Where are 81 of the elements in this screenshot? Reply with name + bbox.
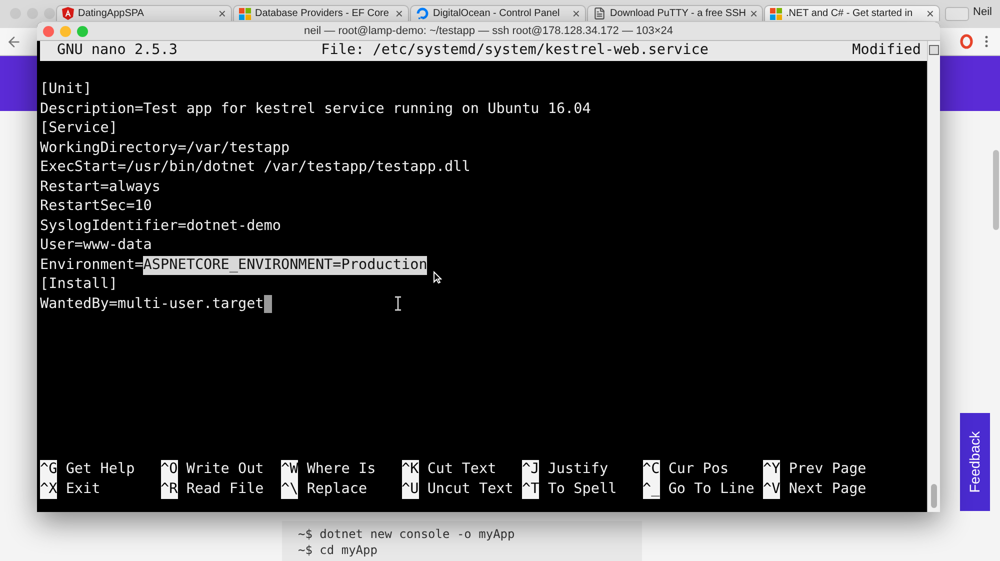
code-line: [Unit]	[40, 80, 92, 99]
close-dot-icon[interactable]	[43, 26, 54, 37]
shortcut-label: Uncut Text	[427, 480, 514, 498]
scrollbar-thumb[interactable]	[931, 484, 937, 508]
code-line: ExecStart=/usr/bin/dotnet /var/testapp/testapp.dll	[40, 158, 470, 177]
tab-title: Download PuTTY - a free SSH	[610, 8, 746, 19]
browser-tab[interactable]: .NET and C# - Get started in ×	[764, 5, 940, 21]
minimize-dot-icon[interactable]	[60, 26, 71, 37]
document-icon	[593, 7, 606, 20]
shortcut-key: ^O	[160, 460, 178, 480]
four-squares-icon	[770, 8, 782, 20]
shortcut-label: Exit	[66, 480, 100, 498]
shortcut-key: ^W	[281, 460, 298, 480]
shortcut-label: Replace	[306, 480, 368, 498]
shortcut-label: Prev Page	[788, 460, 866, 479]
browser-tab[interactable]: Database Providers - EF Core ×	[233, 5, 409, 21]
code-line: SyslogIdentifier=dotnet-demo	[40, 216, 282, 236]
code-line: ~$ dotnet new console -o myApp	[298, 527, 516, 541]
shortcut-key: ^Y	[763, 460, 780, 480]
window-dot-icon[interactable]	[44, 8, 55, 19]
zoom-dot-icon[interactable]	[77, 26, 88, 37]
shortcut-key: ^G	[40, 460, 58, 480]
feedback-button[interactable]: Feedback	[960, 413, 990, 511]
code-line: RestartSec=10	[40, 197, 152, 216]
shortcut-label: Cur Pos	[668, 460, 729, 479]
code-line: Environment=	[40, 256, 144, 274]
swirl-icon	[416, 7, 429, 20]
code-line: User=www-data	[40, 236, 152, 255]
window-dot-icon[interactable]	[27, 8, 38, 19]
file-path: File: /etc/systemd/system/kestrel-web.service	[321, 41, 708, 60]
shortcut-key: ^V	[763, 480, 780, 499]
code-line: WorkingDirectory=/var/testapp	[40, 138, 290, 158]
close-icon[interactable]: ×	[395, 6, 403, 21]
tab-title: .NET and C# - Get started in	[786, 8, 914, 19]
close-icon[interactable]: ×	[926, 6, 934, 21]
tab-title: DigitalOcean - Control Panel	[433, 8, 561, 19]
shortcut-label: Write Out	[186, 460, 264, 479]
tab-title: Database Providers - EF Core	[255, 8, 390, 19]
code-line: [Install]	[40, 275, 118, 294]
shortcut-label: Where Is	[306, 460, 376, 479]
modified-status: Modified	[852, 41, 921, 60]
shortcut-key: ^\	[281, 480, 298, 499]
shortcut-key: ^C	[642, 460, 660, 480]
shortcut-label: Get Help	[66, 460, 135, 479]
code-line: Restart=always	[40, 178, 161, 196]
code-line: Description=Test app for kestrel service running on Ubuntu 16.04	[40, 100, 591, 118]
shortcut-label: To Spell	[548, 480, 617, 498]
close-icon[interactable]: ×	[572, 6, 580, 21]
shortcut-label: Next Page	[788, 480, 866, 498]
window-title: neil — root@lamp-demo: ~/testapp — ssh root@178.128.34.172 — 103×24	[304, 25, 674, 37]
code-line: [Service]	[40, 119, 118, 138]
shortcut-key: ^U	[402, 480, 419, 499]
four-squares-icon	[239, 8, 251, 20]
scroll-grip-icon[interactable]	[929, 45, 939, 55]
scrollbar-thumb[interactable]	[993, 150, 999, 230]
shortcut-key: ^K	[402, 460, 419, 480]
shortcut-key: ^T	[522, 480, 540, 499]
shortcut-label: Cut Text	[427, 460, 496, 479]
mouse-pointer-icon	[433, 271, 442, 284]
code-line: ~$ cd myApp	[298, 543, 378, 557]
profile-name[interactable]: Neil	[973, 6, 992, 18]
close-icon[interactable]: ×	[218, 6, 226, 21]
browser-tab[interactable]: DigitalOcean - Control Panel ×	[410, 5, 586, 21]
shortcut-key: ^X	[40, 480, 58, 499]
text-ibeam-icon	[394, 296, 402, 311]
o-logo-icon[interactable]	[960, 34, 973, 49]
code-line: WantedBy=multi-user.target	[40, 294, 264, 314]
shortcut-label: Justify	[548, 460, 608, 479]
shield-icon	[62, 7, 74, 20]
app-version: GNU nano 2.5.3	[57, 41, 178, 60]
tab-title: DatingAppSPA	[78, 8, 145, 19]
selected-text: ASPNETCORE_ENVIRONMENT=Production	[143, 256, 428, 275]
shortcut-key: ^J	[522, 460, 540, 480]
shortcut-label: Go To Line	[668, 480, 754, 498]
close-icon[interactable]: ×	[750, 6, 758, 21]
browser-tab[interactable]: DatingAppSPA ×	[56, 5, 232, 21]
shortcut-label: Read File	[186, 480, 264, 498]
shortcut-key: ^R	[160, 480, 178, 499]
new-tab-button[interactable]	[945, 7, 969, 21]
browser-tab[interactable]: Download PuTTY - a free SSH ×	[587, 5, 763, 21]
shortcut-key: ^_	[642, 480, 660, 499]
